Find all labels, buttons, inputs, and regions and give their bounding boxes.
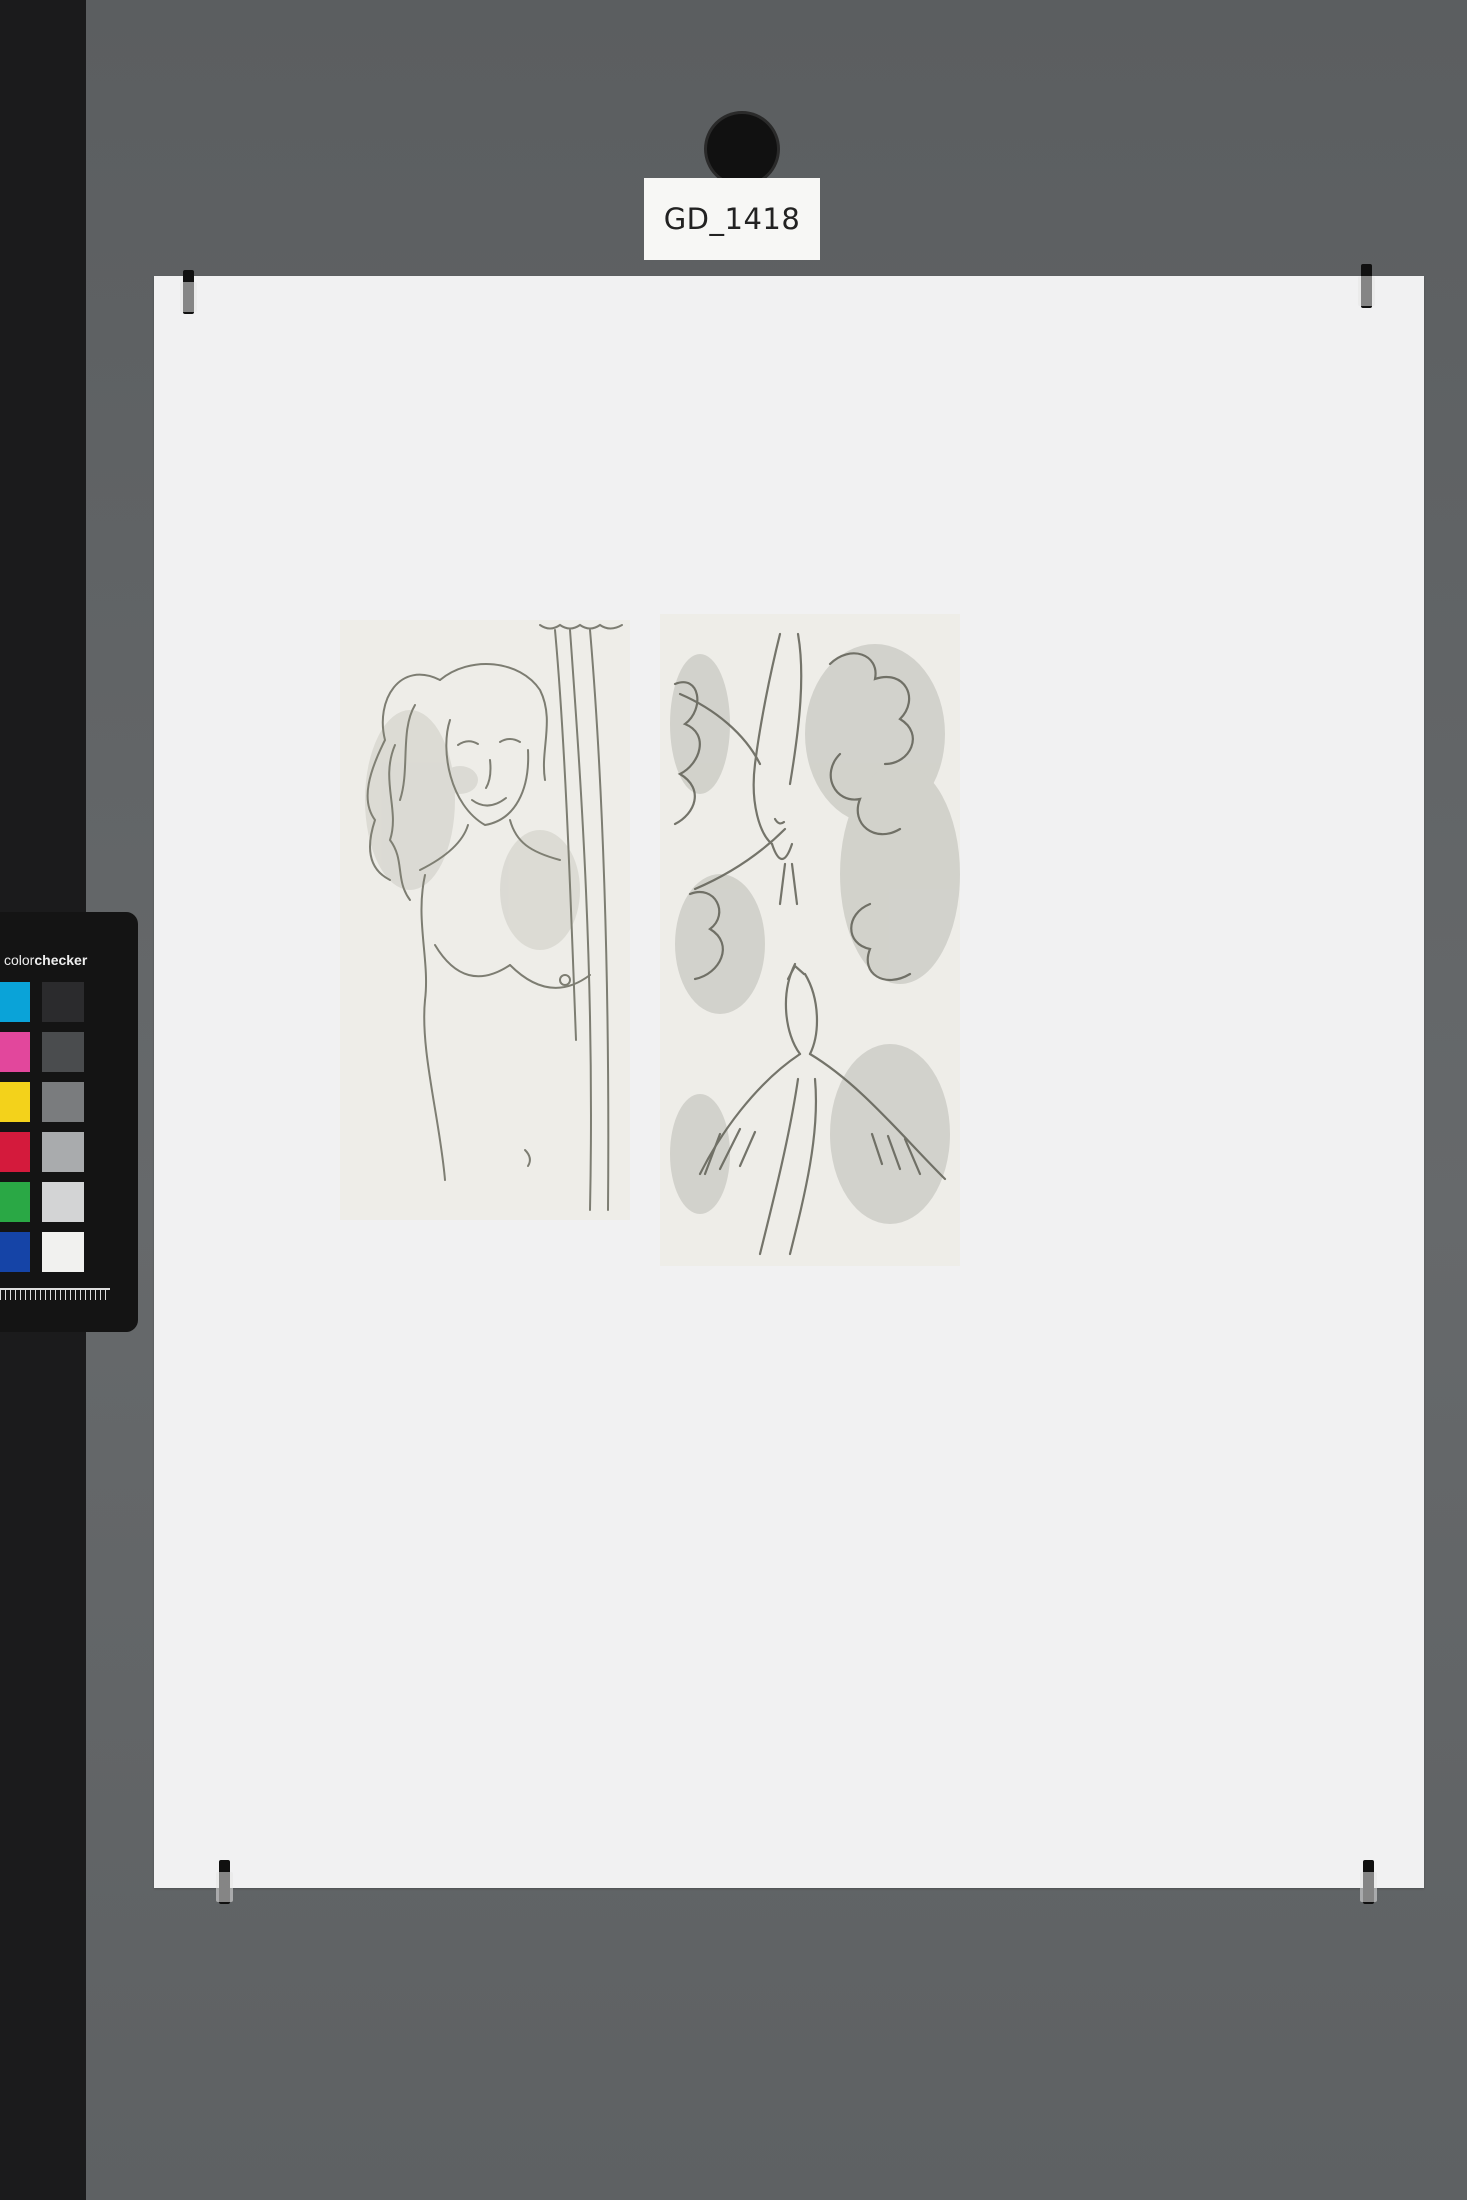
drawing-woman-portrait xyxy=(340,620,630,1220)
catalog-id-label: GD_1418 xyxy=(644,178,820,260)
color-swatch-left-6 xyxy=(0,1232,30,1272)
birds-sketch xyxy=(670,632,960,1256)
color-swatch-left-1 xyxy=(0,982,30,1022)
color-swatch-right-6 xyxy=(42,1232,84,1272)
color-swatch-right-2 xyxy=(42,1032,84,1072)
color-swatch-right-4 xyxy=(42,1132,84,1172)
color-swatch-left-2 xyxy=(0,1032,30,1072)
color-checker-ruler xyxy=(0,1288,110,1300)
color-checker-label: colorchecker xyxy=(4,952,88,968)
color-checker-card: colorchecker xyxy=(0,912,138,1332)
color-swatch-right-5 xyxy=(42,1182,84,1222)
clip-bottom-right xyxy=(1360,1860,1377,1904)
clip-top-left xyxy=(180,270,197,314)
woman-sketch xyxy=(365,623,623,1211)
color-swatch-left-5 xyxy=(0,1182,30,1222)
clip-bottom-left xyxy=(216,1860,233,1904)
color-swatch-right-3 xyxy=(42,1082,84,1122)
color-swatch-left-3 xyxy=(0,1082,30,1122)
color-swatch-left-4 xyxy=(0,1132,30,1172)
drawing-birds-clouds xyxy=(660,614,960,1266)
mounting-sheet xyxy=(154,264,1424,1904)
magnet-clip xyxy=(707,114,777,184)
clip-top-right xyxy=(1358,264,1375,308)
color-swatch-right-1 xyxy=(42,982,84,1022)
copy-stand-board: colorchecker GD_1418 xyxy=(0,0,1467,2200)
